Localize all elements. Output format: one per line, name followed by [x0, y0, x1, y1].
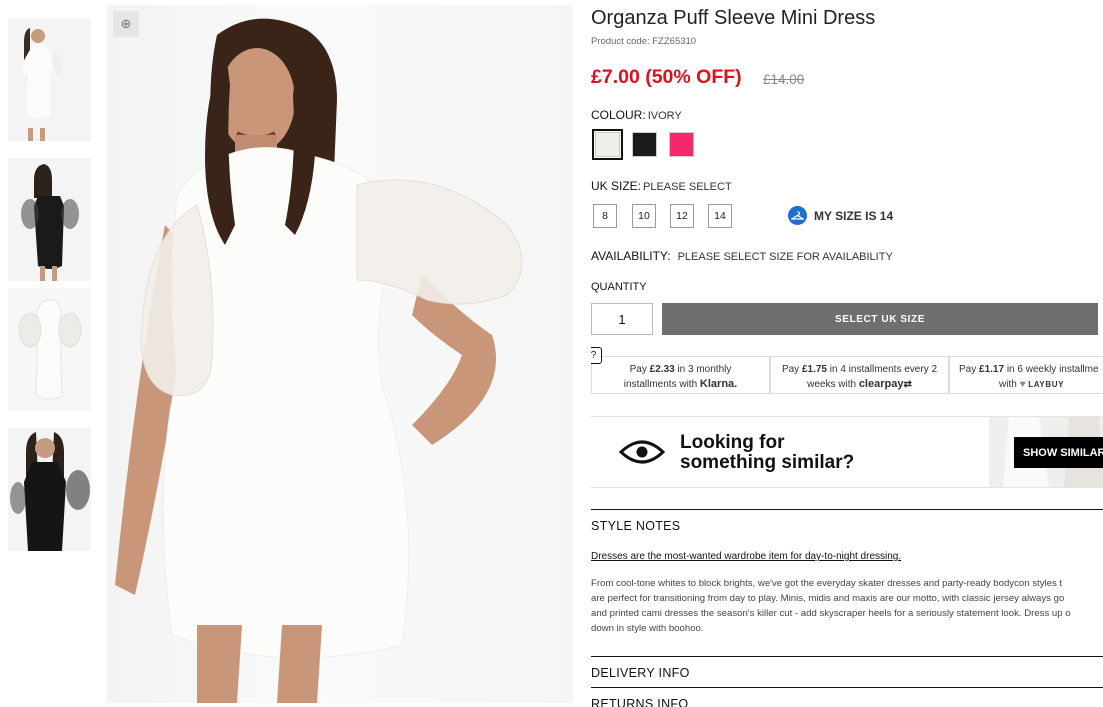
- product-code: Product code: FZZ65310: [591, 36, 697, 47]
- style-notes-header[interactable]: STYLE NOTES: [591, 509, 1103, 533]
- zoom-in-icon[interactable]: ⊕: [113, 11, 139, 37]
- pay-pre: Pay: [781, 364, 802, 375]
- swatch-ivory[interactable]: [592, 129, 623, 160]
- size-option-8[interactable]: 8: [593, 204, 617, 228]
- size-option-14[interactable]: 14: [708, 204, 732, 228]
- hanger-icon: [788, 206, 807, 225]
- thumbnail-1-image: [8, 18, 91, 141]
- thumbnail-2[interactable]: [8, 158, 91, 281]
- laybuy-installments[interactable]: Pay £1.17 in 6 weekly installme with ♥ L…: [949, 356, 1103, 394]
- quantity-input[interactable]: 1: [591, 303, 653, 335]
- style-notes-line: down in style with boohoo.: [591, 623, 704, 634]
- pay-line2: with: [999, 379, 1020, 390]
- availability-row: AVAILABILITY: PLEASE SELECT SIZE FOR AVAI…: [591, 249, 893, 263]
- availability-label: AVAILABILITY:: [591, 249, 671, 263]
- size-label: UK SIZE: PLEASE SELECT: [591, 179, 732, 193]
- colour-label: COLOUR: IVORY: [591, 108, 682, 122]
- clearpay-installments[interactable]: Pay £1.75 in 4 installments every 2 week…: [770, 356, 949, 394]
- original-price: £14.00: [763, 72, 805, 87]
- style-notes-line: From cool-tone whites to block brights, …: [591, 578, 1063, 589]
- colour-value: IVORY: [647, 110, 682, 122]
- my-size-text: MY SIZE IS 14: [814, 208, 894, 223]
- style-notes-body: From cool-tone whites to block brights, …: [591, 576, 1103, 636]
- pay-line2: weeks with: [807, 379, 859, 390]
- thumbnail-1[interactable]: [8, 18, 91, 141]
- laybuy-logo: LAYBUY: [1028, 380, 1065, 389]
- pay-line2: installments with: [623, 379, 700, 390]
- thumbnail-2-image: [8, 158, 91, 281]
- pay-mid: in 6 weekly installme: [1004, 364, 1099, 375]
- product-title: Organza Puff Sleeve Mini Dress: [591, 7, 876, 29]
- pay-amount: £1.75: [801, 364, 827, 375]
- model-illustration: [115, 18, 523, 703]
- similar-line2: something similar?: [680, 452, 855, 473]
- klarna-installments[interactable]: Pay £2.33 in 3 monthly installments with…: [591, 356, 770, 394]
- returns-info-header[interactable]: RETURNS INFO: [591, 687, 1103, 707]
- thumbnail-4-image: [8, 428, 91, 551]
- pay-pre: Pay: [959, 364, 980, 375]
- thumbnail-4[interactable]: [8, 428, 91, 551]
- style-notes-line: are perfect for transitioning from day t…: [591, 593, 1065, 604]
- thumbnail-3-image: [8, 288, 91, 411]
- similar-line1: Looking for: [680, 432, 785, 453]
- similar-text: Looking for something similar?: [680, 433, 854, 473]
- pay-pre: Pay: [629, 364, 650, 375]
- pay-amount: £1.17: [979, 364, 1005, 375]
- laybuy-heart-icon: ♥: [1019, 379, 1026, 390]
- show-similar-button[interactable]: SHOW SIMILAR: [1014, 437, 1103, 468]
- delivery-info-header[interactable]: DELIVERY INFO: [591, 656, 1103, 680]
- klarna-logo: Klarna.: [699, 378, 738, 390]
- select-size-button[interactable]: SELECT UK SIZE: [662, 303, 1098, 335]
- main-product-image[interactable]: ⊕: [107, 5, 573, 703]
- clearpay-logo: clearpay: [858, 378, 904, 390]
- size-option-10[interactable]: 10: [632, 204, 656, 228]
- availability-value: PLEASE SELECT SIZE FOR AVAILABILITY: [677, 251, 893, 263]
- size-value: PLEASE SELECT: [643, 181, 732, 193]
- help-icon[interactable]: ?: [591, 347, 602, 364]
- size-option-12[interactable]: 12: [670, 204, 694, 228]
- clearpay-arrows-icon: ⇄: [903, 379, 912, 390]
- similar-banner: Looking for something similar? SHOW SIMIL…: [591, 416, 1103, 488]
- style-notes-line: and printed cami dresses the season's ki…: [591, 608, 1071, 619]
- thumbnail-3[interactable]: [8, 288, 91, 411]
- sale-price: £7.00 (50% OFF): [591, 66, 742, 88]
- my-size-link[interactable]: MY SIZE IS 14: [788, 206, 893, 225]
- pay-amount: £2.33: [649, 364, 675, 375]
- pay-mid: in 3 monthly: [674, 364, 732, 375]
- swatch-black[interactable]: [632, 132, 657, 157]
- quantity-label: QUANTITY: [591, 281, 647, 293]
- pay-mid: in 4 installments every 2: [826, 364, 938, 375]
- style-notes-heading: Dresses are the most-wanted wardrobe ite…: [591, 551, 902, 562]
- size-label-text: UK SIZE:: [591, 179, 642, 193]
- swatch-pink[interactable]: [669, 132, 694, 157]
- colour-label-text: COLOUR:: [591, 108, 646, 122]
- product-details: Organza Puff Sleeve Mini Dress Product c…: [591, 0, 1103, 707]
- eye-icon: [619, 440, 665, 464]
